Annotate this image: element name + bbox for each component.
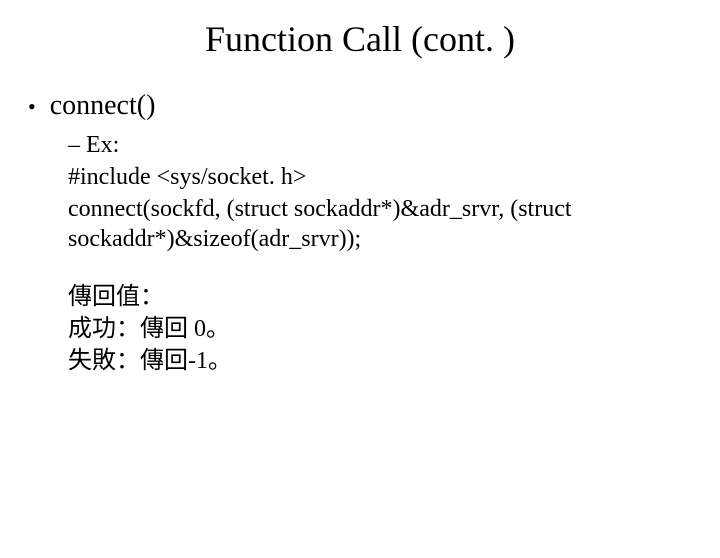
include-line: #include <sys/socket. h> [68, 162, 690, 192]
bullet-text: connect() [50, 90, 156, 122]
slide-title: Function Call (cont. ) [0, 18, 720, 60]
return-success: 成功：傳回 0。 [68, 314, 690, 344]
bullet-marker: • [28, 93, 36, 121]
call-line: connect(sockfd, (struct sockaddr*)&adr_s… [68, 194, 690, 254]
return-fail: 失敗：傳回-1。 [68, 346, 690, 376]
bullet-item: • connect() [28, 90, 720, 122]
return-header: 傳回值： [68, 282, 690, 312]
sub-content: – Ex: #include <sys/socket. h> connect(s… [68, 130, 690, 376]
example-row: – Ex: [68, 130, 690, 160]
example-label: Ex: [86, 130, 119, 160]
dash-marker: – [68, 130, 80, 160]
